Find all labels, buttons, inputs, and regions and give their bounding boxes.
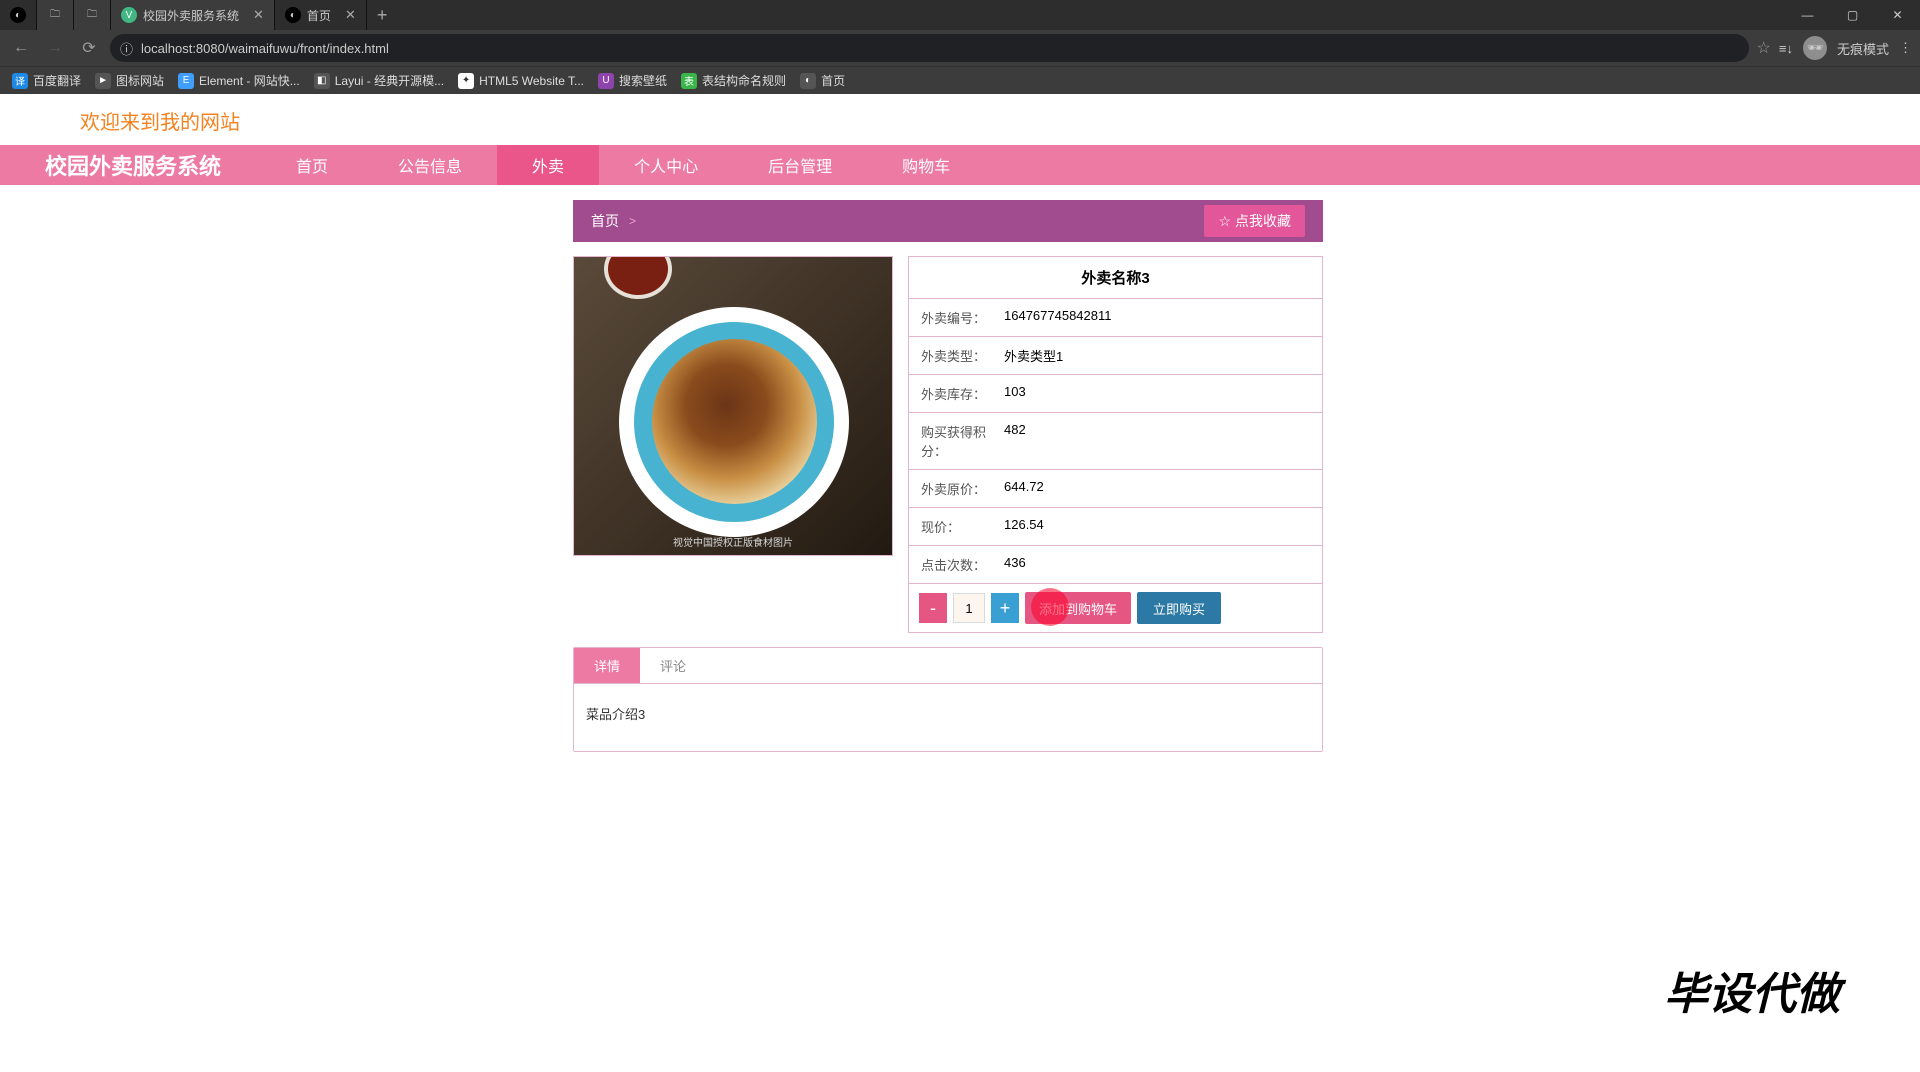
browser-tab[interactable]: 🗀 — [37, 0, 74, 30]
bookmark-label: 图标网站 — [116, 72, 164, 89]
back-button[interactable]: ← — [8, 35, 34, 61]
bookmark-icon: 译 — [12, 73, 28, 89]
browser-tab[interactable]: ◐ — [0, 0, 37, 30]
nav-cart[interactable]: 购物车 — [867, 145, 985, 185]
file-box-icon: 🗀 — [84, 7, 100, 23]
info-icon: ⓘ — [120, 39, 133, 58]
qty-plus-button[interactable]: + — [991, 593, 1019, 623]
field-label: 外卖类型： — [909, 337, 1004, 374]
menu-icon[interactable]: ⋮ — [1899, 40, 1912, 56]
bookmark-icon: ✦ — [458, 73, 474, 89]
bookmark-icon: 表 — [681, 73, 697, 89]
top-nav: 校园外卖服务系统 首页 公告信息 外卖 个人中心 后台管理 购物车 — [0, 145, 1920, 185]
detail-content: 菜品介绍3 — [574, 684, 1322, 751]
browser-tab[interactable]: ◐ 首页 ✕ — [275, 0, 367, 30]
field-label: 外卖原价： — [909, 470, 1004, 507]
tab-title: 校园外卖服务系统 — [143, 7, 239, 24]
new-tab-button[interactable]: + — [367, 5, 398, 26]
bookmark-icon: U — [598, 73, 614, 89]
bookmark-label: 表结构命名规则 — [702, 72, 786, 89]
nav-home[interactable]: 首页 — [261, 145, 363, 185]
minimize-button[interactable]: — — [1785, 0, 1830, 30]
bookmark-label: Element - 网站快... — [199, 72, 300, 89]
field-value: 外卖类型1 — [1004, 337, 1063, 374]
ripple-effect — [1031, 588, 1069, 626]
field-value: 103 — [1004, 375, 1026, 412]
favorite-label: 点我收藏 — [1235, 211, 1291, 231]
bookmark-item[interactable]: 译百度翻译 — [12, 72, 81, 89]
bookmark-item[interactable]: 表表结构命名规则 — [681, 72, 786, 89]
reload-button[interactable]: ⟳ — [76, 35, 102, 61]
detail-tabs: 详情 评论 菜品介绍3 — [573, 647, 1323, 752]
field-value: 436 — [1004, 546, 1026, 583]
nav-takeout[interactable]: 外卖 — [497, 145, 599, 185]
field-value: 126.54 — [1004, 508, 1044, 545]
browser-tab-active[interactable]: V 校园外卖服务系统 ✕ — [111, 0, 275, 30]
nav-notice[interactable]: 公告信息 — [363, 145, 497, 185]
bookmark-icon: E — [178, 73, 194, 89]
star-icon: ☆ — [1218, 213, 1231, 230]
field-label: 点击次数： — [909, 546, 1004, 583]
browser-tab[interactable]: 🗀 — [74, 0, 111, 30]
bookmark-item[interactable]: E Element - 网站快... — [178, 72, 300, 89]
product-image: 视觉中国授权正版食材图片 — [573, 256, 893, 556]
bookmark-label: 首页 — [821, 72, 845, 89]
url-text: localhost:8080/waimaifuwu/front/index.ht… — [141, 41, 389, 56]
vue-icon: V — [121, 7, 137, 23]
bookmark-item[interactable]: ◧ Layui - 经典开源模... — [314, 72, 444, 89]
bookmark-label: Layui - 经典开源模... — [335, 72, 444, 89]
buy-now-button[interactable]: 立即购买 — [1137, 592, 1221, 624]
bookmark-item[interactable]: ✦ HTML5 Website T... — [458, 73, 584, 89]
watermark-text: 毕设代做 — [1664, 958, 1840, 1022]
globe-icon: ◐ — [285, 7, 301, 23]
breadcrumb-bar: 首页 > ☆ 点我收藏 — [573, 200, 1323, 242]
bookmark-icon: ◧ — [314, 73, 330, 89]
add-to-cart-button[interactable]: 添加到购物车 — [1025, 592, 1131, 624]
star-icon[interactable]: ☆ — [1757, 38, 1771, 58]
field-label: 外卖库存： — [909, 375, 1004, 412]
bookmark-label: 搜索壁纸 — [619, 72, 667, 89]
tab-detail[interactable]: 详情 — [574, 648, 640, 683]
product-title: 外卖名称3 — [909, 257, 1322, 299]
nav-user-center[interactable]: 个人中心 — [599, 145, 733, 185]
bookmark-item[interactable]: U 搜索壁纸 — [598, 72, 667, 89]
reading-list-icon[interactable]: ≡↓ — [1779, 41, 1793, 56]
tab-comment[interactable]: 评论 — [640, 648, 706, 683]
close-icon[interactable]: ✕ — [345, 7, 356, 23]
favorite-button[interactable]: ☆ 点我收藏 — [1204, 205, 1305, 237]
bookmark-label: 百度翻译 — [33, 72, 81, 89]
close-window-button[interactable]: ✕ — [1875, 0, 1920, 30]
forward-button[interactable]: → — [42, 35, 68, 61]
site-brand: 校园外卖服务系统 — [0, 149, 261, 181]
tab-title: 首页 — [307, 7, 331, 24]
field-value: 644.72 — [1004, 470, 1044, 507]
close-icon[interactable]: ✕ — [253, 7, 264, 23]
field-label: 外卖编号： — [909, 299, 1004, 336]
bookmark-item[interactable]: ◐ 首页 — [800, 72, 845, 89]
product-info-panel: 外卖名称3 外卖编号：164767745842811 外卖类型：外卖类型1 外卖… — [908, 256, 1323, 633]
bookmark-label: HTML5 Website T... — [479, 74, 584, 88]
incognito-label: 无痕模式 — [1837, 39, 1889, 58]
qty-minus-button[interactable]: - — [919, 593, 947, 623]
nav-admin[interactable]: 后台管理 — [733, 145, 867, 185]
chevron-right-icon: > — [629, 214, 636, 228]
field-label: 购买获得积分： — [909, 413, 1004, 469]
maximize-button[interactable]: ▢ — [1830, 0, 1875, 30]
bookmark-icon: ► — [95, 73, 111, 89]
globe-icon: ◐ — [10, 7, 26, 23]
address-bar[interactable]: ⓘ localhost:8080/waimaifuwu/front/index.… — [110, 34, 1749, 62]
file-box-icon: 🗀 — [47, 7, 63, 23]
incognito-icon: 🕶 — [1803, 36, 1827, 60]
globe-icon: ◐ — [800, 73, 816, 89]
breadcrumb-home[interactable]: 首页 — [591, 211, 619, 231]
field-value: 482 — [1004, 413, 1026, 469]
welcome-text: 欢迎来到我的网站 — [0, 94, 1920, 145]
field-value: 164767745842811 — [1004, 299, 1112, 336]
bookmark-item[interactable]: ► 图标网站 — [95, 72, 164, 89]
image-caption: 视觉中国授权正版食材图片 — [574, 534, 892, 549]
field-label: 现价： — [909, 508, 1004, 545]
quantity-input[interactable] — [953, 593, 985, 623]
